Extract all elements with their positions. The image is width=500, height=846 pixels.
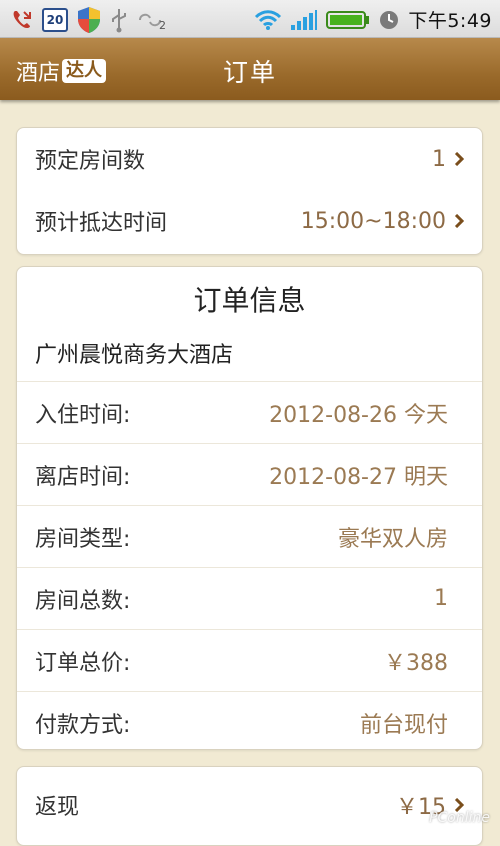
usb-icon bbox=[110, 7, 128, 33]
checkin-row: 入住时间: 2012-08-26 今天 bbox=[17, 381, 482, 443]
calendar-icon: 20 bbox=[42, 8, 68, 32]
missed-call-icon bbox=[10, 8, 34, 32]
room-total-label: 房间总数: bbox=[35, 588, 131, 614]
arrival-time-value: 15:00~18:00 bbox=[300, 208, 446, 234]
status-bar: 20 2 下午5:49 bbox=[0, 0, 500, 38]
clock-icon bbox=[378, 9, 400, 31]
notification-icon: 2 bbox=[136, 8, 166, 32]
checkin-label: 入住时间: bbox=[35, 402, 131, 428]
order-price-label: 订单总价: bbox=[35, 650, 131, 676]
arrival-time-label: 预计抵达时间 bbox=[35, 211, 168, 236]
chevron-right-icon bbox=[454, 214, 464, 228]
order-price-value: ￥388 bbox=[384, 650, 448, 676]
order-info-card: 订单信息 广州晨悦商务大酒店 入住时间: 2012-08-26 今天 离店时间:… bbox=[16, 266, 483, 750]
payment-method-row: 付款方式: 前台现付 bbox=[17, 691, 482, 753]
cashback-card: 返现 ￥15 bbox=[16, 766, 483, 846]
room-type-row: 房间类型: 豪华双人房 bbox=[17, 505, 482, 567]
room-type-value: 豪华双人房 bbox=[337, 526, 448, 552]
signal-icon bbox=[290, 9, 318, 31]
page-title: 订单 bbox=[222, 58, 277, 87]
rooms-count-label: 预定房间数 bbox=[35, 149, 146, 174]
shield-icon bbox=[76, 6, 102, 34]
room-total-row: 房间总数: 1 bbox=[17, 567, 482, 629]
status-time: 下午5:49 bbox=[408, 10, 492, 32]
room-type-label: 房间类型: bbox=[35, 526, 131, 552]
hotel-name: 广州晨悦商务大酒店 bbox=[35, 343, 234, 368]
wifi-icon bbox=[254, 9, 282, 31]
checkout-row: 离店时间: 2012-08-27 明天 bbox=[17, 443, 482, 505]
order-price-row: 订单总价: ￥388 bbox=[17, 629, 482, 691]
checkin-value: 2012-08-26 今天 bbox=[269, 402, 448, 428]
checkout-label: 离店时间: bbox=[35, 464, 131, 490]
notification-count: 2 bbox=[159, 19, 166, 32]
battery-icon bbox=[326, 10, 370, 30]
watermark: PConline bbox=[429, 810, 490, 826]
rooms-count-row[interactable]: 预定房间数 1 bbox=[17, 128, 482, 190]
booking-card: 预定房间数 1 预计抵达时间 15:00~18:00 bbox=[16, 127, 483, 255]
cashback-label: 返现 bbox=[35, 795, 80, 820]
payment-method-value: 前台现付 bbox=[359, 712, 448, 738]
order-info-title: 订单信息 bbox=[193, 284, 306, 317]
arrival-time-row[interactable]: 预计抵达时间 15:00~18:00 bbox=[17, 190, 482, 252]
app-header: 酒店 达人 订单 bbox=[0, 38, 500, 100]
checkout-value: 2012-08-27 明天 bbox=[269, 464, 448, 490]
rooms-count-value: 1 bbox=[432, 146, 446, 172]
chevron-right-icon bbox=[454, 152, 464, 166]
room-total-value: 1 bbox=[434, 586, 448, 611]
payment-method-label: 付款方式: bbox=[35, 712, 131, 738]
